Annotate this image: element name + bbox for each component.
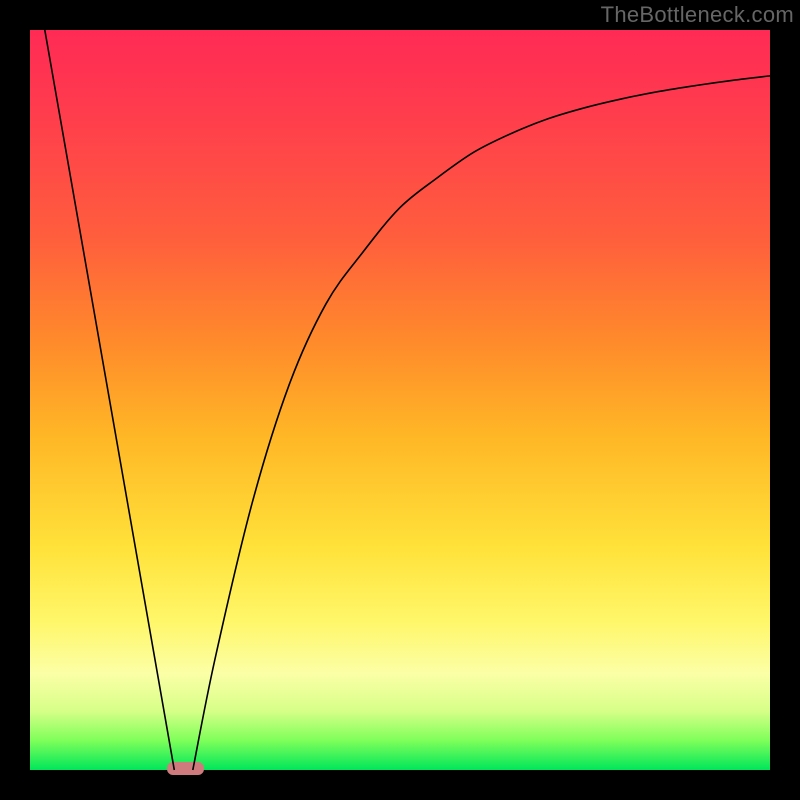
chart-curve-layer	[30, 30, 770, 770]
chart-stage: TheBottleneck.com	[0, 0, 800, 800]
chart-left-segment	[45, 30, 175, 770]
chart-right-segment	[193, 76, 770, 770]
watermark-text: TheBottleneck.com	[601, 2, 794, 28]
plot-area	[30, 30, 770, 770]
